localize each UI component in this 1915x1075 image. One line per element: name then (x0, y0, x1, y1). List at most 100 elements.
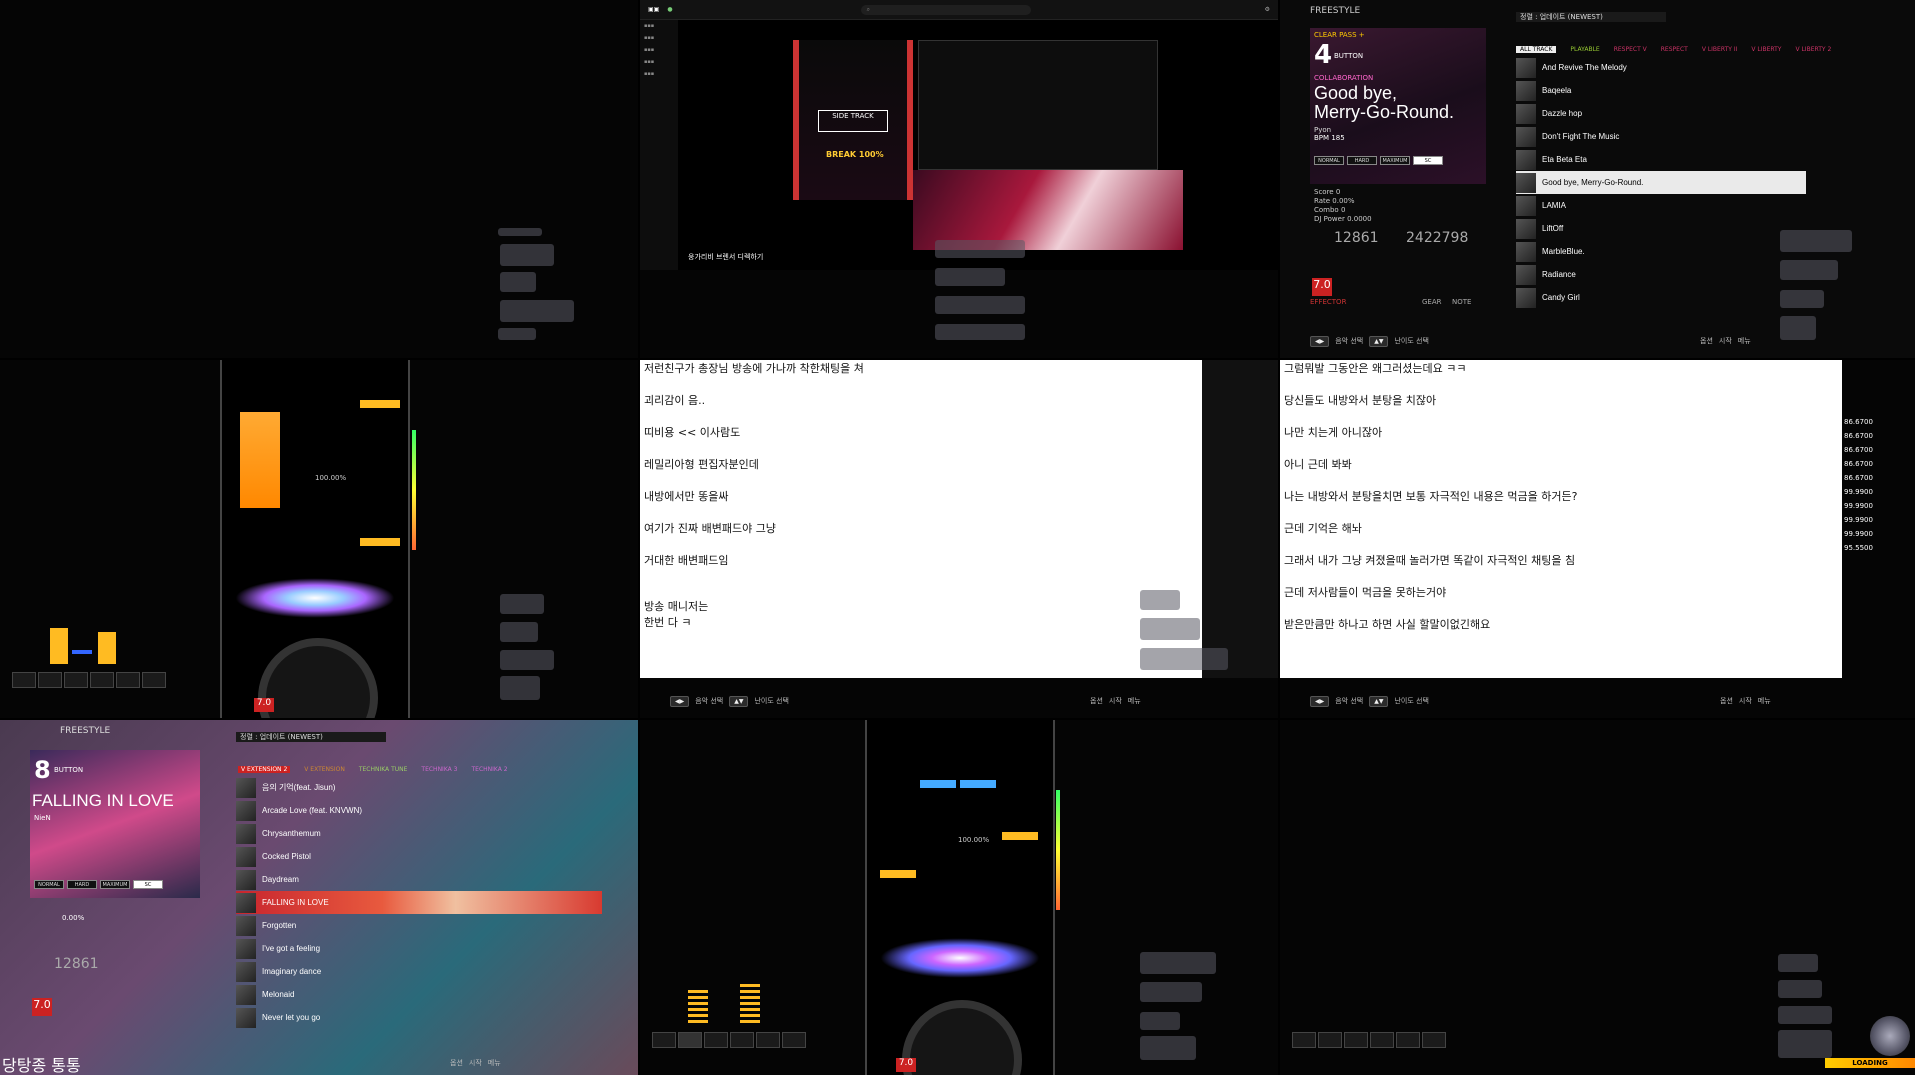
list-item[interactable]: Never let you go (236, 1006, 602, 1029)
difficulty-hard[interactable]: HARD (1347, 156, 1377, 165)
list-item[interactable]: Eta Beta Eta (1516, 148, 1806, 171)
panel-loading: LOADING (1280, 720, 1915, 1075)
chat-overlay (1778, 1030, 1832, 1058)
score-value: 99.9900 (1844, 516, 1873, 524)
difficulty-sc[interactable]: SC (1413, 156, 1443, 165)
mode-button[interactable] (64, 672, 88, 688)
speed-value[interactable]: 7.0 (1312, 278, 1332, 296)
tab-technika-2[interactable]: TECHNIKA 2 (471, 766, 507, 773)
footer-option: 옵션 (1700, 337, 1713, 345)
difficulty-hard[interactable]: HARD (67, 880, 97, 889)
mode-buttons[interactable] (652, 1032, 806, 1048)
tab-all-track[interactable]: ALL TRACK (1516, 46, 1557, 53)
mode-buttons[interactable] (12, 672, 166, 688)
mode-button[interactable] (1370, 1032, 1394, 1048)
list-item[interactable]: Dazzle hop (1516, 102, 1806, 125)
list-item[interactable]: 음의 기억(feat. Jisun) (236, 776, 602, 799)
tab-respect[interactable]: RESPECT (1661, 46, 1688, 53)
chat-overlay (1780, 290, 1824, 308)
list-item[interactable]: Candy Girl (1516, 286, 1806, 309)
list-item[interactable]: And Revive The Melody (1516, 56, 1806, 79)
stream-video[interactable]: SIDE TRACK BREAK 100% 웅가리비 브렌서 디렉하기 (678, 20, 1278, 270)
chat-overlay (935, 240, 1025, 258)
mode-button[interactable] (1422, 1032, 1446, 1048)
note-label[interactable]: NOTE (1452, 298, 1471, 306)
nav-tab[interactable]: ● (667, 6, 672, 13)
mode-button[interactable] (652, 1032, 676, 1048)
mode-button[interactable] (730, 1032, 754, 1048)
speed-value[interactable]: 7.0 (32, 998, 52, 1016)
tab-v-liberty-ii[interactable]: V LIBERTY II (1702, 46, 1738, 53)
list-item[interactable]: LiftOff (1516, 217, 1806, 240)
tab-technika-tune[interactable]: TECHNIKA TUNE (359, 766, 408, 773)
mode-button[interactable] (116, 672, 140, 688)
list-item[interactable]: I've got a feeling (236, 937, 602, 960)
mode-button[interactable] (756, 1032, 780, 1048)
mode-button[interactable] (38, 672, 62, 688)
list-item[interactable]: Don't Fight The Music (1516, 125, 1806, 148)
gear-label[interactable]: GEAR (1422, 298, 1442, 306)
difficulty-maximum[interactable]: MAXIMUM (100, 880, 130, 889)
song-thumbnail (236, 915, 256, 936)
mode-button[interactable] (1318, 1032, 1342, 1048)
mode-button[interactable] (782, 1032, 806, 1048)
difficulty-normal[interactable]: NORMAL (34, 880, 64, 889)
chat-overlay (1778, 1006, 1832, 1024)
score-value: 99.9900 (1844, 530, 1873, 538)
list-item[interactable]: LAMIA (1516, 194, 1806, 217)
mode-button[interactable] (90, 672, 114, 688)
sort-dropdown[interactable]: 정렬 : 업데이트 (NEWEST) (236, 732, 386, 742)
chat-overlay (1140, 1012, 1180, 1030)
button-label: BUTTON (1334, 52, 1364, 60)
chat-overlay (935, 268, 1005, 286)
list-item[interactable]: Radiance (1516, 263, 1806, 286)
search-input[interactable]: ⌕ (860, 4, 1031, 15)
category-tabs[interactable]: V EXTENSION 2 V EXTENSION TECHNIKA TUNE … (238, 766, 508, 773)
tab-v-extension[interactable]: V EXTENSION (304, 766, 345, 773)
mode-button[interactable] (704, 1032, 728, 1048)
difficulty-row[interactable]: NORMAL HARD MAXIMUM SC (1314, 156, 1443, 165)
mode-button[interactable] (12, 672, 36, 688)
footer-menu: 메뉴 (1127, 697, 1141, 705)
sort-dropdown[interactable]: 정렬 : 업데이트 (NEWEST) (1516, 12, 1666, 22)
difficulty-normal[interactable]: NORMAL (1314, 156, 1344, 165)
sidebar-item[interactable]: ▪▪▪ (640, 32, 678, 44)
list-item[interactable]: Forgotten (236, 914, 602, 937)
list-item[interactable]: Baqeela (1516, 79, 1806, 102)
mode-button[interactable] (1292, 1032, 1316, 1048)
tab-respect-v[interactable]: RESPECT V (1614, 46, 1647, 53)
difficulty-maximum[interactable]: MAXIMUM (1380, 156, 1410, 165)
tab-v-extension-2[interactable]: V EXTENSION 2 (238, 766, 291, 773)
mode-button[interactable] (142, 672, 166, 688)
mode-button[interactable] (1396, 1032, 1420, 1048)
sidebar-item[interactable]: ▪▪▪ (640, 68, 678, 80)
mode-button[interactable] (1344, 1032, 1368, 1048)
tab-v-liberty[interactable]: V LIBERTY (1751, 46, 1781, 53)
mode-buttons[interactable] (1292, 1032, 1446, 1048)
tab-v-liberty-2[interactable]: V LIBERTY 2 (1795, 46, 1831, 53)
tab-playable[interactable]: PLAYABLE (1570, 46, 1599, 53)
tab-technika-3[interactable]: TECHNIKA 3 (421, 766, 457, 773)
list-item[interactable]: Imaginary dance (236, 960, 602, 983)
sidebar-item[interactable]: ▪▪▪ (640, 20, 678, 32)
list-item-selected[interactable]: FALLING IN LOVE (236, 891, 602, 914)
settings-icon[interactable]: ⚙ (1265, 6, 1270, 13)
list-item-selected[interactable]: Good bye, Merry-Go-Round. (1516, 171, 1806, 194)
difficulty-row[interactable]: NORMAL HARD MAXIMUM SC (34, 880, 163, 889)
sidebar-item[interactable]: ▪▪▪ (640, 44, 678, 56)
mode-button[interactable] (678, 1032, 702, 1048)
song-list: 음의 기억(feat. Jisun) Arcade Love (feat. KN… (236, 776, 602, 1029)
list-item[interactable]: Chrysanthemum (236, 822, 602, 845)
list-item[interactable]: Arcade Love (feat. KNVWN) (236, 799, 602, 822)
list-item[interactable]: MarbleBlue. (1516, 240, 1806, 263)
list-item[interactable]: Melonaid (236, 983, 602, 1006)
difficulty-sc[interactable]: SC (133, 880, 163, 889)
footer-difficulty-select: 난이도 선택 (1394, 337, 1429, 345)
category-tabs[interactable]: ALL TRACK PLAYABLE RESPECT V RESPECT V L… (1516, 46, 1831, 53)
list-item[interactable]: Daydream (236, 868, 602, 891)
list-item[interactable]: Cocked Pistol (236, 845, 602, 868)
note (1002, 832, 1038, 840)
sidebar-item[interactable]: ▪▪▪ (640, 56, 678, 68)
footer-controls: ◀▶ 음악 선택 ▲▼ 난이도 선택 (1310, 334, 1429, 348)
site-logo[interactable]: ▣▣ (648, 6, 659, 13)
